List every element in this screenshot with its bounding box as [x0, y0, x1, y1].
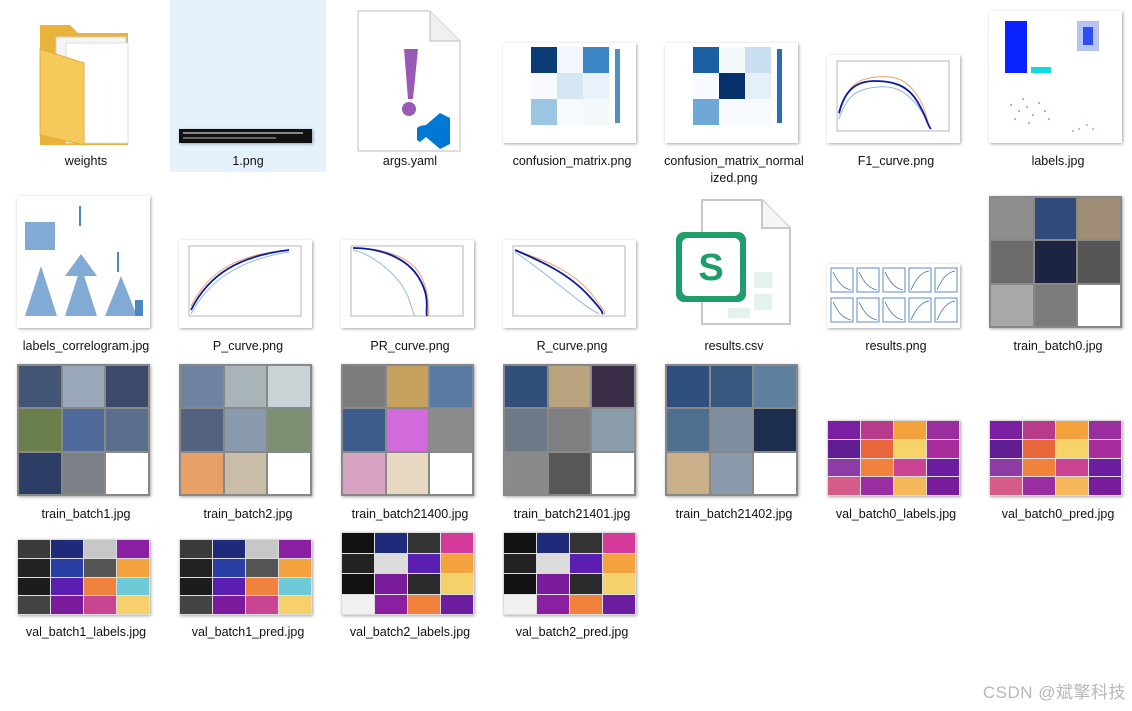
- file-label: F1_curve.png: [857, 154, 935, 168]
- thumbnail-train-batch0: [989, 196, 1122, 328]
- file-label: val_batch0_pred.jpg: [1001, 507, 1115, 521]
- file-label: confusion_matrix_normal ized.png: [656, 153, 812, 187]
- thumbnail-p-curve: [179, 240, 312, 328]
- file-label: P_curve.png: [212, 339, 284, 353]
- thumbnail-confusion-matrix: [503, 43, 636, 143]
- file-label: results.csv: [704, 339, 764, 353]
- file-label: PR_curve.png: [370, 339, 450, 353]
- thumbnail-terminal: [179, 129, 312, 143]
- thumbnail-train-batch21401: [503, 364, 636, 496]
- thumbnail-f1-curve: [827, 55, 960, 143]
- file-label: results.png: [865, 339, 927, 353]
- file-label: weights: [64, 154, 108, 168]
- folder-icon: [39, 25, 129, 146]
- file-label: R_curve.png: [536, 339, 608, 353]
- thumbnail-val-batch2-pred: [503, 532, 636, 615]
- file-label: val_batch1_labels.jpg: [25, 625, 147, 639]
- thumbnail-confusion-matrix-normalized: [665, 43, 798, 143]
- file-label: val_batch2_labels.jpg: [349, 625, 471, 639]
- thumbnail-train-batch1: [17, 364, 150, 496]
- thumbnail-val-batch2-labels: [341, 532, 474, 615]
- thumbnail-pr-curve: [341, 240, 474, 328]
- file-label: val_batch2_pred.jpg: [515, 625, 629, 639]
- thumbnail-results: [827, 264, 960, 328]
- svg-text:S: S: [698, 247, 723, 289]
- file-label: train_batch21402.jpg: [675, 507, 793, 521]
- thumbnail-train-batch21402: [665, 364, 798, 496]
- file-label: labels.jpg: [1031, 154, 1085, 168]
- thumbnail-train-batch2: [179, 364, 312, 496]
- thumbnail-labels-correlogram: [17, 196, 150, 328]
- file-label: confusion_matrix.png: [512, 154, 632, 168]
- file-label: val_batch1_pred.jpg: [191, 625, 305, 639]
- file-label: train_batch1.jpg: [41, 507, 131, 521]
- file-label: train_batch21400.jpg: [351, 507, 469, 521]
- thumbnail-val-batch0-labels: [827, 420, 960, 496]
- watermark: CSDN @斌擎科技: [982, 683, 1126, 702]
- yaml-file-icon: [357, 10, 461, 152]
- thumbnail-train-batch21400: [341, 364, 474, 496]
- thumbnail-val-batch0-pred: [989, 420, 1122, 496]
- file-label: 1.png: [232, 154, 264, 168]
- thumbnail-val-batch1-labels: [17, 539, 150, 615]
- thumbnail-val-batch1-pred: [179, 539, 312, 615]
- selection-highlight: [170, 0, 326, 172]
- spreadsheet-icon: S: [676, 199, 791, 325]
- file-label: args.yaml: [382, 154, 438, 168]
- file-label: train_batch0.jpg: [1013, 339, 1103, 353]
- file-label-line1: confusion_matrix_normal: [664, 154, 804, 168]
- file-label: train_batch2.jpg: [203, 507, 293, 521]
- thumbnail-labels: [989, 11, 1122, 143]
- file-label: val_batch0_labels.jpg: [835, 507, 957, 521]
- thumbnail-r-curve: [503, 240, 636, 328]
- file-label: labels_correlogram.jpg: [22, 339, 150, 353]
- file-label: train_batch21401.jpg: [513, 507, 631, 521]
- file-label-line2: ized.png: [710, 171, 758, 185]
